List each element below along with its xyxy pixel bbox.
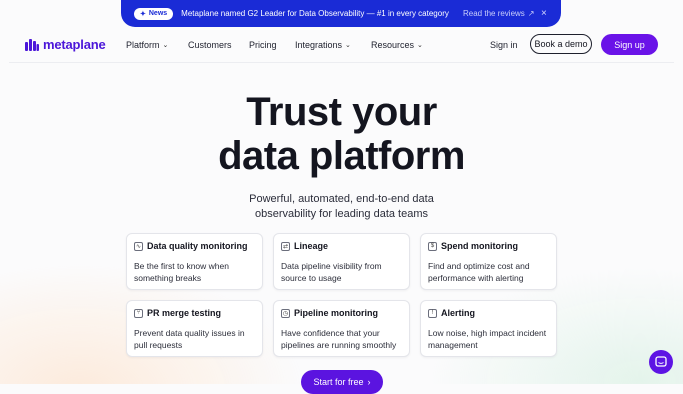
- feature-description: Be the first to know when something brea…: [134, 260, 258, 284]
- feature-card-spend[interactable]: $ Spend monitoring Find and optimize cos…: [420, 233, 557, 290]
- feature-title: Lineage: [294, 241, 329, 251]
- sign-up-button[interactable]: Sign up: [601, 34, 658, 55]
- chevron-down-icon: ⌄: [417, 41, 423, 49]
- hero-title: Trust your data platform: [0, 90, 683, 178]
- brand-name: metaplane: [43, 37, 106, 52]
- feature-title: Pipeline monitoring: [294, 308, 379, 318]
- menu-item-label: Integrations: [295, 39, 343, 50]
- menu-item-customers[interactable]: Customers: [188, 40, 232, 50]
- feature-description: Prevent data quality issues in pull requ…: [134, 327, 258, 351]
- sign-in-link[interactable]: Sign in: [490, 40, 518, 50]
- merge-icon: ⑂: [134, 308, 143, 318]
- spend-icon: $: [428, 241, 437, 251]
- cta-label: Start for free: [313, 377, 364, 387]
- chat-widget-button[interactable]: [649, 350, 673, 374]
- start-for-free-button[interactable]: Start for free ›: [301, 370, 383, 394]
- feature-description: Have confidence that your pipelines are …: [281, 327, 405, 351]
- feature-description: Low noise, high impact incident manageme…: [428, 327, 552, 351]
- feature-description-line: Find and optimize cost and: [428, 261, 530, 271]
- hero-title-line1: Trust your: [246, 90, 437, 134]
- menu-item-label: Resources: [371, 39, 415, 50]
- pipeline-icon: ◷: [281, 308, 290, 318]
- feature-description-line: Low noise, high impact incident: [428, 328, 547, 338]
- feature-description-line: management: [428, 340, 478, 350]
- feature-title: PR merge testing: [147, 308, 222, 318]
- menu-item-pricing[interactable]: Pricing: [249, 40, 277, 50]
- feature-card-alerting[interactable]: ! Alerting Low noise, high impact incide…: [420, 300, 557, 357]
- top-navigation: metaplane Platform ⌄ Customers Pricing I…: [9, 28, 674, 61]
- chevron-down-icon: ⌄: [162, 41, 169, 49]
- nav-divider: [9, 62, 674, 63]
- feature-description-line: Data pipeline visibility from: [281, 261, 382, 271]
- menu-item-integrations[interactable]: Integrations ⌄: [295, 40, 351, 50]
- brand-logo[interactable]: metaplane: [25, 37, 106, 52]
- feature-description-line: pipelines are running smoothly: [281, 340, 397, 350]
- news-badge-label: News: [148, 10, 168, 17]
- feature-card-pipeline[interactable]: ◷ Pipeline monitoring Have confidence th…: [273, 300, 410, 357]
- feature-description-line: source to usage: [281, 273, 342, 283]
- feature-card-pr-merge[interactable]: ⑂ PR merge testing Prevent data quality …: [126, 300, 263, 357]
- hero-subtitle: Powerful, automated, end-to-end data obs…: [0, 192, 683, 222]
- menu-item-platform[interactable]: Platform ⌄: [126, 40, 168, 50]
- hero-title-line2: data platform: [218, 134, 465, 178]
- feature-title: Data quality monitoring: [147, 241, 248, 251]
- menu-item-resources[interactable]: Resources ⌄: [371, 40, 423, 50]
- feature-description-line: Have confidence that your: [281, 328, 380, 338]
- feature-title: Spend monitoring: [441, 241, 518, 251]
- close-icon[interactable]: ×: [541, 8, 547, 19]
- feature-card-data-quality[interactable]: ∿ Data quality monitoring Be the first t…: [126, 233, 263, 290]
- feature-description: Find and optimize cost and performance w…: [428, 260, 552, 284]
- chevron-right-icon: ›: [367, 377, 371, 387]
- read-reviews-link[interactable]: Read the reviews ↗: [463, 9, 535, 18]
- feature-description-line: performance with alerting: [428, 273, 524, 283]
- anomaly-icon: ∿: [134, 241, 143, 251]
- feature-title: Alerting: [441, 308, 476, 318]
- menu-item-label: Platform: [126, 39, 160, 50]
- feature-description-line: pull requests: [134, 340, 183, 350]
- alert-icon: !: [428, 308, 437, 318]
- feature-description-line: Be the first to know when: [134, 261, 229, 271]
- feature-card-lineage[interactable]: ⇄ Lineage Data pipeline visibility from …: [273, 233, 410, 290]
- read-reviews-label: Read the reviews: [463, 9, 525, 18]
- feature-description-line: Prevent data quality issues in: [134, 328, 245, 338]
- feature-description: Data pipeline visibility from source to …: [281, 260, 405, 284]
- hero-subtitle-line1: Powerful, automated, end-to-end data: [249, 193, 434, 205]
- chevron-down-icon: ⌄: [345, 41, 351, 49]
- menu-item-label: Customers: [188, 39, 232, 50]
- lineage-icon: ⇄: [281, 241, 290, 251]
- chat-icon: [655, 356, 667, 367]
- news-badge: ✦ News: [134, 7, 174, 20]
- arrow-up-right-icon: ↗: [527, 9, 535, 18]
- sparkle-icon: ✦: [140, 10, 146, 18]
- menu-item-label: Pricing: [249, 39, 277, 50]
- feature-description-line: something breaks: [134, 273, 202, 283]
- metaplane-logo-icon: [25, 38, 39, 51]
- announcement-text: Metaplane named G2 Leader for Data Obser…: [181, 9, 449, 18]
- hero-subtitle-line2: observability for leading data teams: [254, 208, 429, 220]
- announcement-banner: ✦ News Metaplane named G2 Leader for Dat…: [121, 0, 561, 27]
- book-demo-button[interactable]: Book a demo: [530, 34, 592, 54]
